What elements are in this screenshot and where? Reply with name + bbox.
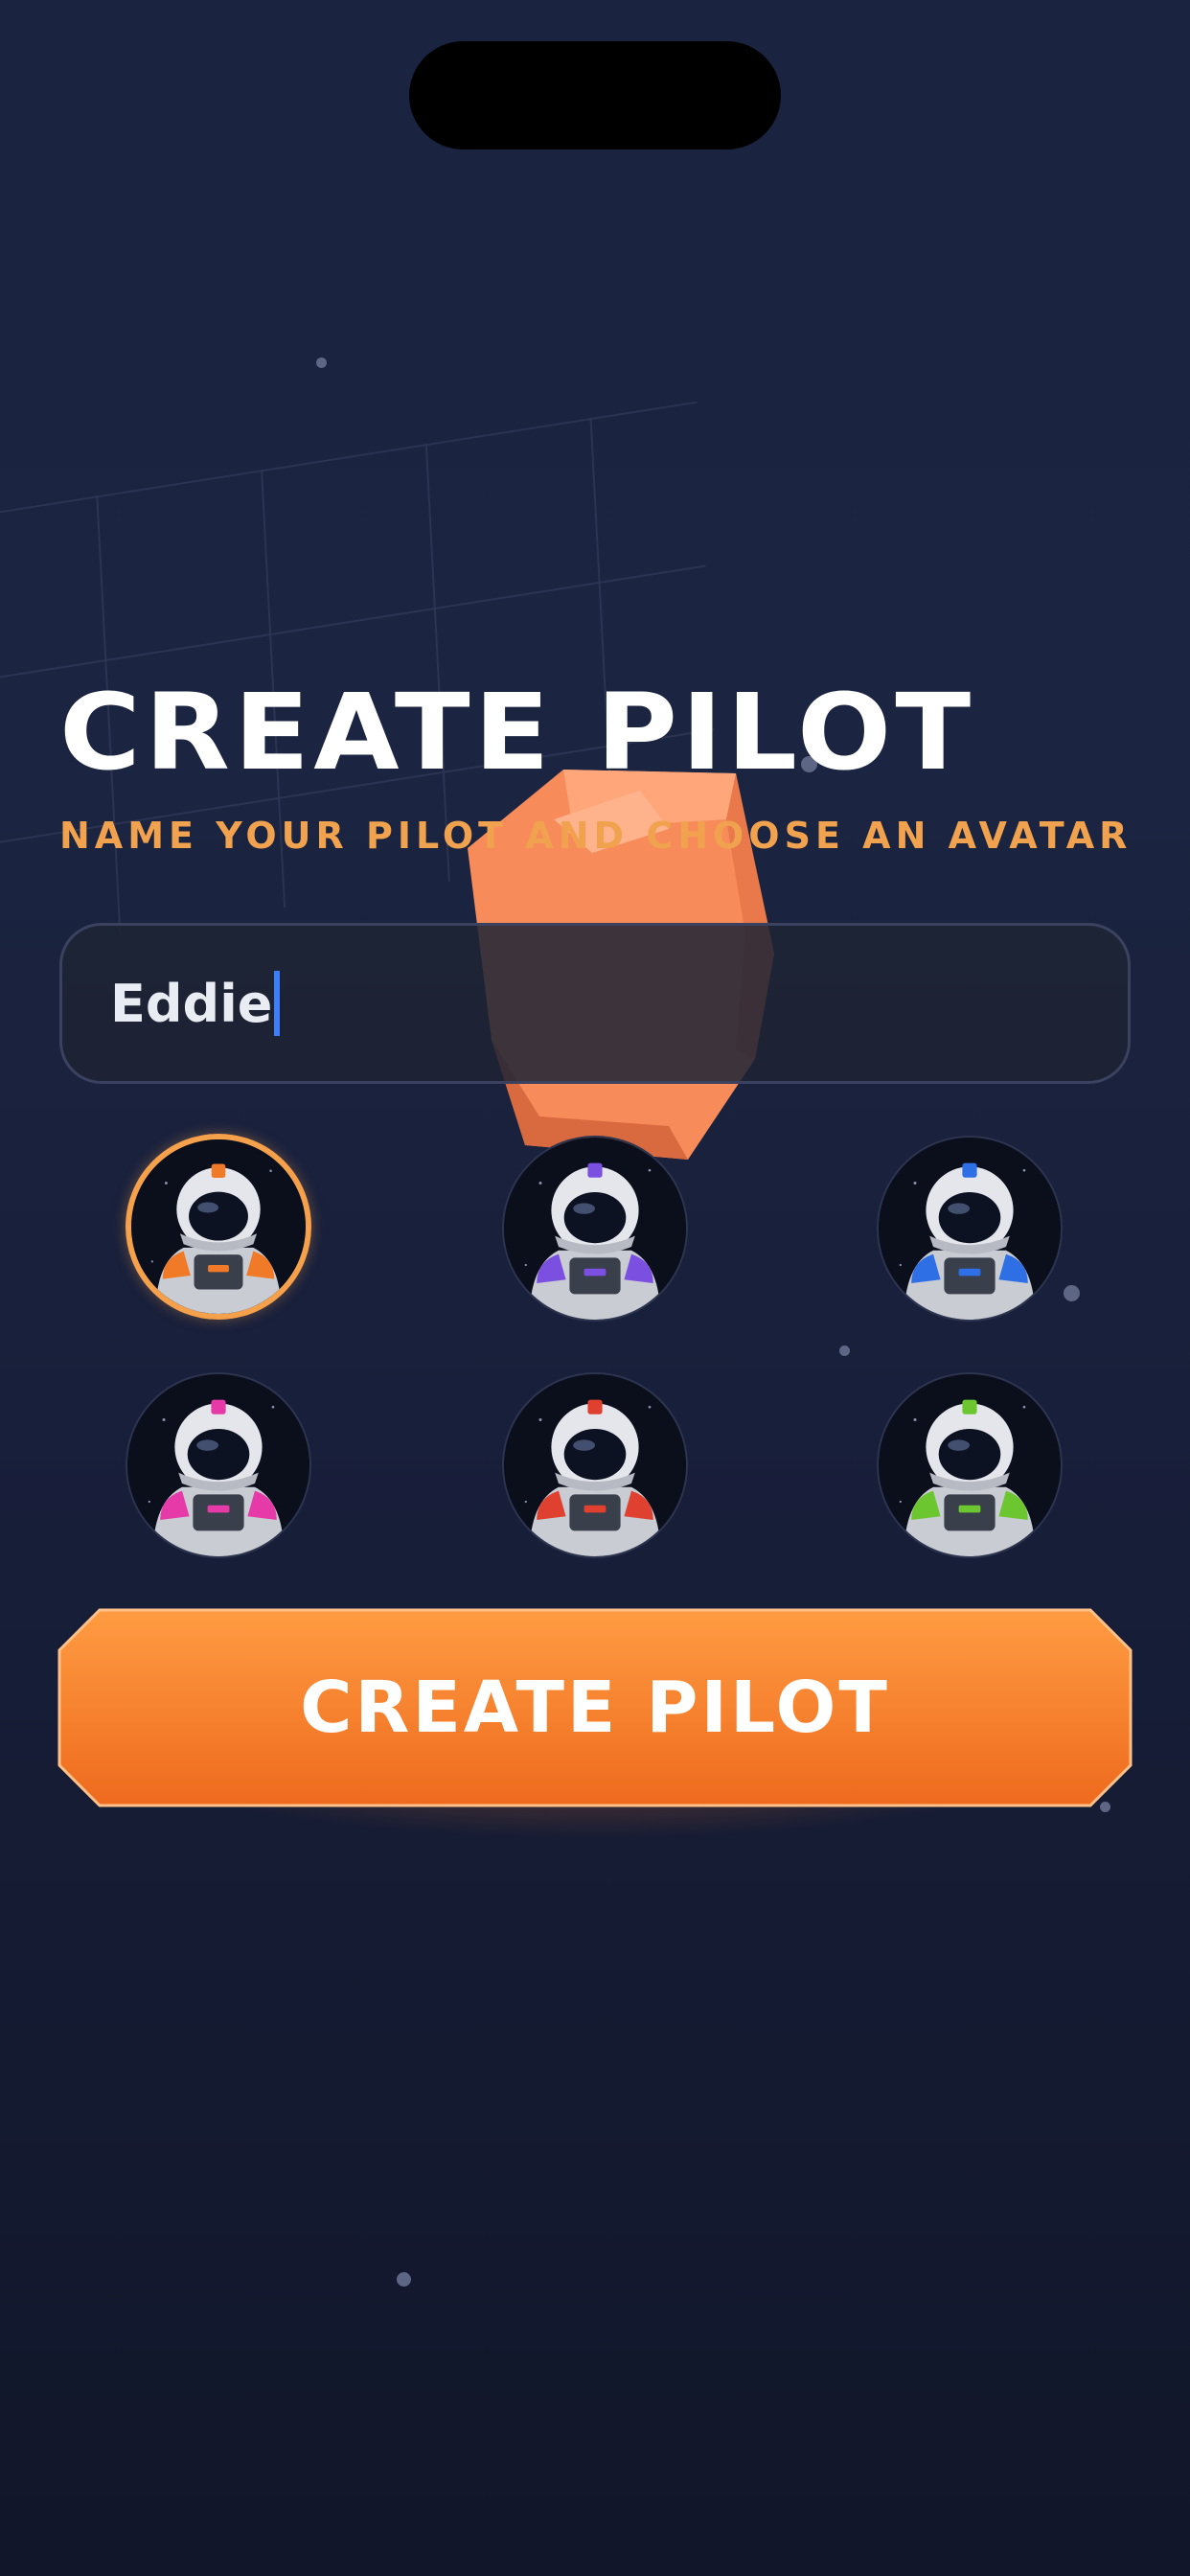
create-button-label: CREATE PILOT (300, 1667, 890, 1749)
avatar-orange-astronaut[interactable] (126, 1134, 311, 1320)
avatar-red-astronaut[interactable] (502, 1372, 688, 1558)
text-caret (274, 971, 281, 1036)
page-subtitle: NAME YOUR PILOT AND CHOOSE AN AVATAR (59, 815, 1133, 857)
page-title: CREATE PILOT (59, 671, 975, 794)
background-star (839, 1346, 850, 1356)
dynamic-island (409, 41, 781, 150)
create-pilot-button[interactable]: CREATE PILOT (57, 1608, 1133, 1807)
astronaut-icon (127, 1374, 309, 1556)
astronaut-icon (879, 1374, 1061, 1556)
background-star (1064, 1285, 1080, 1301)
create-pilot-screen: CREATE PILOT NAME YOUR PILOT AND CHOOSE … (0, 0, 1190, 2576)
avatar-pink-astronaut[interactable] (126, 1372, 311, 1558)
astronaut-icon (131, 1139, 306, 1314)
pilot-name-value[interactable]: Eddie (110, 974, 272, 1034)
pilot-name-input[interactable]: Eddie (59, 923, 1131, 1084)
astronaut-icon (504, 1138, 686, 1320)
astronaut-icon (504, 1374, 686, 1556)
avatar-blue-astronaut[interactable] (877, 1136, 1063, 1322)
astronaut-icon (879, 1138, 1061, 1320)
background-star (316, 357, 327, 368)
avatar-green-astronaut[interactable] (877, 1372, 1063, 1558)
background-star (397, 2272, 411, 2287)
avatar-purple-astronaut[interactable] (502, 1136, 688, 1322)
